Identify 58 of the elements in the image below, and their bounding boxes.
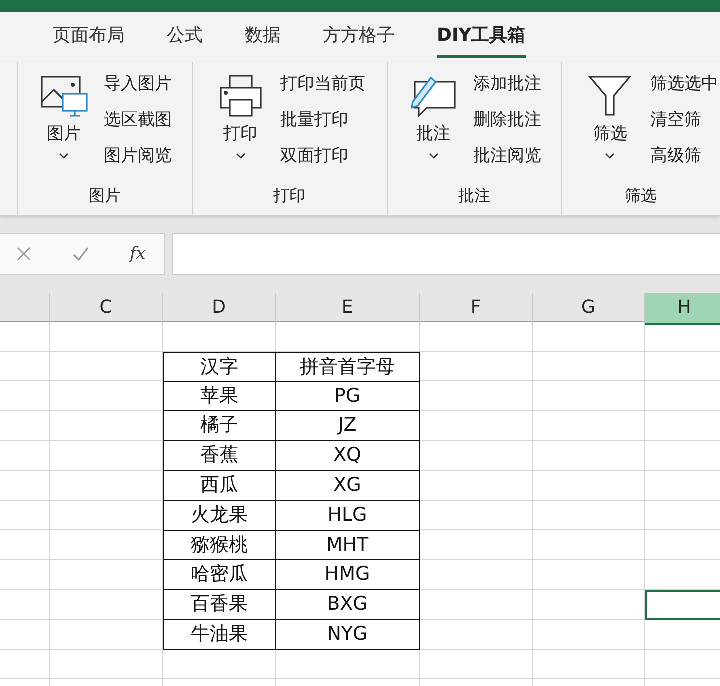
ribbon-button[interactable]: 打印 (214, 70, 267, 170)
caret-icon (428, 153, 439, 159)
table-cell: NYG (276, 620, 420, 650)
group-label: 筛选 (624, 185, 658, 207)
ribbon-menu-item[interactable]: 双面打印 (280, 144, 366, 169)
ribbon-tab[interactable]: DIY工具箱 (437, 16, 526, 58)
table-cell: 拼音首字母 (276, 352, 420, 382)
ribbon-menu-item[interactable]: 选区截图 (104, 108, 172, 133)
table-cell: JZ (276, 411, 420, 442)
table-cell: MHT (276, 530, 420, 560)
filter-icon (587, 74, 634, 118)
table-cell: 猕猴桃 (163, 530, 276, 560)
check-icon[interactable] (72, 246, 90, 262)
table-cell: PG (276, 382, 420, 412)
picture-icon (39, 74, 89, 118)
cancel-icon[interactable] (16, 246, 32, 262)
caret-icon (59, 153, 69, 159)
table-cell: 牛油果 (163, 620, 276, 650)
ribbon-menu-item[interactable]: 导入图片 (104, 72, 172, 97)
ribbon-menu-item[interactable]: 批注阅览 (474, 144, 542, 169)
ribbon-menu-item[interactable]: 高级筛 (650, 144, 718, 169)
ribbon-menu-item[interactable]: 清空筛 (650, 108, 718, 133)
ribbon-tab[interactable]: 数据 (245, 16, 281, 58)
table-cell: 哈密瓜 (163, 560, 276, 590)
formula-input[interactable] (172, 233, 720, 275)
table-cell: 香蕉 (163, 441, 276, 471)
table-cell: XG (276, 470, 420, 501)
table-cell: 苹果 (163, 382, 276, 412)
ribbon-menu-item[interactable]: 图片阅览 (104, 144, 172, 169)
ribbon-tab[interactable]: 页面布局 (53, 16, 125, 58)
table-cell: XQ (276, 441, 420, 471)
table-cell: 火龙果 (163, 500, 276, 531)
insert-function-button[interactable]: fx (130, 244, 146, 264)
ribbon-menu-item[interactable]: 添加批注 (474, 72, 542, 97)
caret-icon (236, 153, 246, 159)
table-cell: 橘子 (163, 411, 276, 442)
table-cell: 汉字 (163, 352, 276, 382)
column-header[interactable]: H (645, 293, 720, 325)
ribbon-menu-item[interactable]: 打印当前页 (280, 72, 366, 97)
ribbon-menu-item[interactable]: 筛选选中 (650, 72, 718, 97)
group-label: 打印 (272, 185, 307, 207)
ribbon-tab[interactable]: 方方格子 (323, 16, 395, 58)
ribbon-button[interactable]: 图片 (38, 70, 90, 170)
ribbon-button[interactable]: 批注 (408, 70, 460, 170)
ribbon-menu-item[interactable]: 删除批注 (474, 108, 542, 133)
ribbon-button[interactable]: 筛选 (584, 70, 636, 170)
ribbon-menu-item[interactable]: 批量打印 (280, 108, 366, 133)
group-label: 图片 (88, 185, 122, 207)
group-label: 批注 (457, 185, 492, 207)
table-cell: HLG (276, 500, 420, 531)
ribbon-tab[interactable]: 公式 (167, 16, 203, 58)
table-cell: 百香果 (163, 590, 276, 620)
caret-icon (605, 153, 616, 159)
table-cell: BXG (276, 590, 420, 620)
printer-icon (218, 74, 264, 118)
table-cell: 西瓜 (163, 470, 276, 501)
table-cell: HMG (276, 560, 420, 590)
comment-pencil-icon (408, 74, 459, 118)
